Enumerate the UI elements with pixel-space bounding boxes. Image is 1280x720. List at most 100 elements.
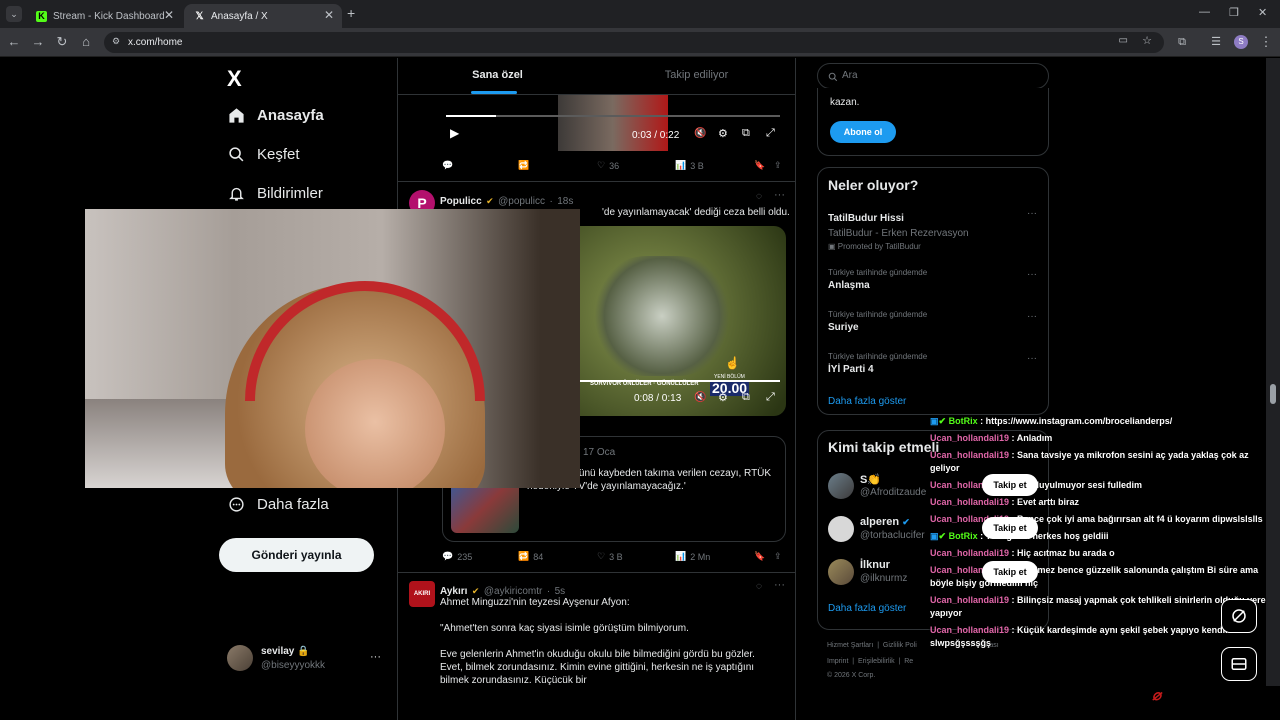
tab-following[interactable]: Takip ediliyor [597, 58, 796, 95]
footer-link[interactable]: Gizlilik Poli [883, 642, 917, 649]
bookmark-icon[interactable]: 🔖 [754, 160, 765, 171]
mute-icon[interactable]: 🔇 [694, 392, 706, 403]
x-logo[interactable]: X [227, 66, 242, 92]
subscribe-button[interactable]: Abone ol [830, 121, 896, 143]
author-handle[interactable]: @populicc [498, 196, 545, 207]
kick-logo-icon: ⌀ [1152, 687, 1162, 704]
trends-show-more[interactable]: Daha fazla göster [828, 396, 906, 407]
views-stat[interactable]: 📊 2 Mn [675, 551, 710, 562]
follow-button[interactable]: Takip et [982, 474, 1038, 496]
settings-icon[interactable]: ⚙ [718, 391, 728, 404]
like-button[interactable]: ♡ 3 B [597, 551, 623, 562]
suggest-name[interactable]: İlknur [860, 559, 890, 571]
pip-icon[interactable]: ⧉ [742, 391, 750, 404]
grok-icon[interactable]: ◌ [756, 581, 762, 592]
fullscreen-icon[interactable]: ⤢ [766, 391, 775, 404]
back-icon[interactable]: ← [6, 34, 22, 50]
trend-item[interactable]: Türkiye tarihinde gündemde Anlaşma [828, 268, 1040, 291]
follow-button[interactable]: Takip et [982, 561, 1038, 583]
reply-icon[interactable]: 💬 235 [442, 551, 472, 562]
repost-icon[interactable]: 🔁 [518, 160, 529, 171]
trend-more-icon[interactable]: ··· [1027, 208, 1037, 219]
settings-icon[interactable]: ⚙ [718, 127, 728, 140]
extensions-icon[interactable]: ⧉ [1174, 34, 1190, 50]
post-more-icon[interactable]: ··· [774, 189, 785, 201]
trend-more-icon[interactable]: ··· [1027, 269, 1037, 280]
install-app-icon[interactable]: ▭ [1119, 35, 1128, 46]
address-bar[interactable]: ⚙ x.com/home ▭ ☆ [104, 32, 1164, 53]
profile-avatar[interactable]: S [1234, 35, 1248, 49]
close-tab-icon[interactable]: ✕ [164, 8, 174, 22]
post-more-icon[interactable]: ··· [774, 579, 785, 591]
post-button[interactable]: Gönderi yayınla [219, 538, 374, 572]
browser-menu-icon[interactable]: ⋮ [1258, 34, 1274, 50]
video-progress-track[interactable] [446, 115, 780, 117]
grok-overlay-button[interactable] [1221, 599, 1257, 633]
nav-home[interactable]: Anasayfa [227, 106, 324, 124]
repost-icon[interactable]: 🔁 84 [518, 551, 543, 562]
fullscreen-icon[interactable]: ⤢ [766, 127, 775, 140]
bookmark-star-icon[interactable]: ☆ [1142, 34, 1152, 47]
reading-list-icon[interactable]: ☰ [1208, 34, 1224, 50]
trend-item[interactable]: TatilBudur Hissi TatilBudur - Erken Reze… [828, 210, 1040, 251]
follow-button[interactable]: Takip et [982, 517, 1038, 539]
new-tab-button[interactable]: + [347, 5, 355, 21]
trend-more-icon[interactable]: ··· [1027, 353, 1037, 364]
footer-link[interactable]: Hizmet Şartları [827, 642, 873, 649]
author-name[interactable]: Populicc [440, 196, 482, 207]
account-switcher[interactable]: sevilay 🔒 @biseyyyokkk ··· [227, 643, 387, 673]
footer-link[interactable]: Erişilebilirlik [858, 658, 895, 665]
messages-overlay-button[interactable] [1221, 647, 1257, 681]
grok-icon[interactable]: ◌ [756, 191, 762, 202]
who-show-more[interactable]: Daha fazla göster [828, 603, 906, 614]
post-avatar[interactable]: AKIRI [409, 581, 435, 607]
nav-explore[interactable]: Keşfet [227, 145, 300, 163]
avatar[interactable] [828, 559, 854, 585]
tab-search-button[interactable]: ⌄ [6, 6, 22, 22]
close-tab-icon[interactable]: ✕ [324, 8, 334, 22]
scrollbar-thumb[interactable] [1270, 384, 1276, 404]
footer-link[interactable]: Re [904, 658, 913, 665]
nav-notifications[interactable]: Bildirimler [227, 184, 323, 202]
search-input[interactable]: Ara [817, 63, 1049, 89]
lock-icon: 🔒 [297, 646, 310, 657]
trend-more-icon[interactable]: ··· [1027, 311, 1037, 322]
site-info-icon[interactable]: ⚙ [112, 36, 120, 47]
suggest-name[interactable]: S👏 [860, 473, 881, 486]
tab-kick-dashboard[interactable]: K Stream - Kick Dashboard ✕ [26, 4, 182, 28]
trend-item[interactable]: Türkiye tarihinde gündemde İYİ Parti 4 [828, 352, 1040, 375]
reload-icon[interactable]: ↻ [54, 34, 70, 50]
trends-card: Neler oluyor? TatilBudur Hissi TatilBudu… [817, 167, 1049, 415]
suggest-name[interactable]: alperen ✔ [860, 516, 910, 528]
play-icon[interactable]: ▶ [450, 126, 459, 140]
suggest-handle: @Afroditzaude [860, 487, 927, 498]
mute-icon[interactable]: 🔇 [694, 128, 706, 139]
tab-x-home[interactable]: 𝕏 Anasayfa / X ✕ [184, 4, 342, 28]
active-tab-indicator [471, 91, 517, 94]
tab-for-you[interactable]: Sana özel [398, 58, 597, 95]
reply-icon[interactable]: 💬 [442, 160, 453, 171]
url-text: x.com/home [128, 37, 183, 48]
like-button[interactable]: ♡ 36 [597, 160, 619, 171]
window-close-button[interactable]: ✕ [1258, 6, 1267, 19]
forward-icon[interactable]: → [30, 34, 46, 50]
share-icon[interactable]: ⇪ [774, 160, 782, 171]
views-stat[interactable]: 📊 3 B [675, 160, 704, 171]
nav-more[interactable]: Daha fazla [227, 495, 329, 513]
share-icon[interactable]: ⇪ [774, 551, 782, 562]
bookmark-icon[interactable]: 🔖 [754, 551, 765, 562]
avatar[interactable] [828, 473, 854, 499]
maximize-button[interactable]: ❐ [1229, 6, 1239, 19]
bot-badge-icon: ▣ [930, 416, 939, 426]
promoted-icon: ▣ [828, 242, 836, 251]
minimize-button[interactable]: — [1199, 6, 1210, 18]
pip-icon[interactable]: ⧉ [742, 127, 750, 140]
video-player[interactable]: ▶ 0:03 / 0:22 🔇 ⚙ ⧉ ⤢ [442, 95, 786, 151]
account-more-icon[interactable]: ··· [370, 651, 381, 663]
post-actions: 💬 🔁 ♡ 36 📊 3 B 🔖 ⇪ [442, 160, 787, 174]
home-button-icon[interactable]: ⌂ [78, 34, 94, 50]
footer-link[interactable]: Imprint [827, 658, 848, 665]
trend-item[interactable]: Türkiye tarihinde gündemde Suriye [828, 310, 1040, 333]
post-time[interactable]: 18s [557, 196, 573, 207]
avatar[interactable] [828, 516, 854, 542]
